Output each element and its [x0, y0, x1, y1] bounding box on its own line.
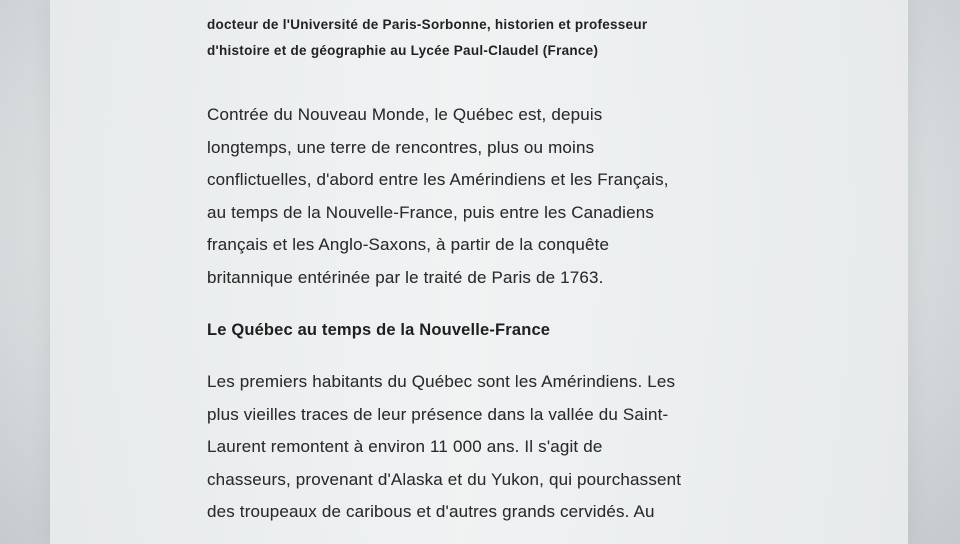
intro-line: conflictuelles, d'abord entre les Amérin…: [207, 170, 669, 189]
body-line: Laurent remontent à environ 11 000 ans. …: [207, 437, 603, 456]
intro-line: au temps de la Nouvelle-France, puis ent…: [207, 202, 655, 222]
body-line: Les premiers habitants du Québec sont le…: [207, 372, 676, 391]
body-paragraph: Les premiers habitants du Québec sont le…: [207, 366, 762, 529]
section-heading: Le Québec au temps de la Nouvelle-France: [207, 321, 551, 339]
intro-line: Contrée du Nouveau Monde, le Québec est,…: [207, 105, 603, 124]
intro-line: britannique entérinée par le traité de P…: [207, 267, 604, 287]
intro-line: français et les Anglo-Saxons, à partir d…: [207, 235, 610, 254]
intro-paragraph: Contrée du Nouveau Monde, le Québec est,…: [207, 99, 762, 294]
body-line: plus vieilles traces de leur présence da…: [207, 404, 669, 424]
byline-line: docteur de l'Université de Paris-Sorbonn…: [207, 17, 648, 32]
author-byline: docteur de l'Université de Paris-Sorbonn…: [207, 12, 767, 64]
intro-line: longtemps, une terre de rencontres, plus…: [207, 137, 595, 157]
body-line: chasseurs, provenant d'Alaska et du Yuko…: [207, 469, 682, 489]
byline-line: d'histoire et de géographie au Lycée Pau…: [207, 43, 599, 58]
body-line: des troupeaux de caribous et d'autres gr…: [207, 502, 655, 521]
